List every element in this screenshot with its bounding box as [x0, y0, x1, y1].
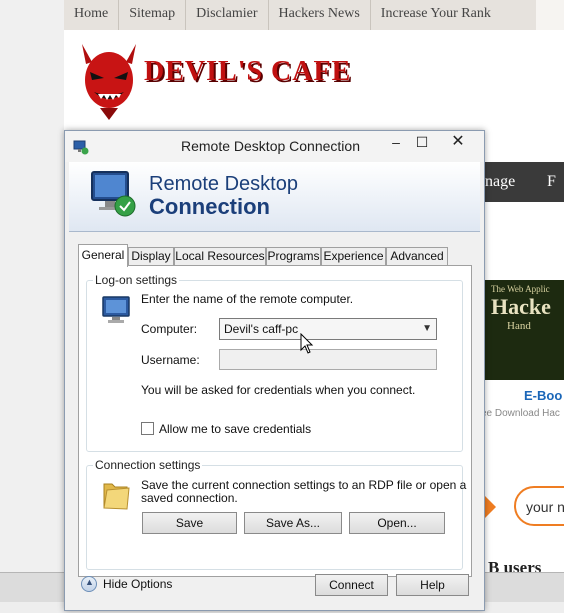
ebook-link[interactable]: E-Boo — [524, 388, 562, 403]
collapse-arrow-icon[interactable]: ▲ — [81, 576, 97, 592]
connection-settings-title: Connection settings — [93, 458, 203, 472]
ebook-subtitle[interactable]: ee Download Hac — [481, 408, 560, 419]
connect-button[interactable]: Connect — [315, 574, 388, 596]
nav-sitemap[interactable]: Sitemap — [119, 0, 187, 30]
help-button[interactable]: Help — [396, 574, 469, 596]
open-button[interactable]: Open... — [349, 512, 445, 534]
tab-general[interactable]: General — [78, 244, 128, 267]
banner-title-line1: Remote Desktop — [149, 173, 298, 195]
menu-item-manage[interactable]: nage — [485, 173, 515, 191]
book-title-line2: Hacke — [491, 294, 551, 319]
devil-logo-icon[interactable] — [76, 40, 142, 120]
logon-settings-group: Log-on settings Enter the name of the re… — [86, 273, 463, 452]
book-title-line1: The Web Applic — [491, 284, 550, 294]
logon-instruction: Enter the name of the remote computer. — [141, 292, 354, 306]
nav-home[interactable]: Home — [64, 0, 120, 30]
credentials-note: You will be asked for credentials when y… — [141, 383, 416, 397]
remote-desktop-window: Remote Desktop Connection – ☐ ✕ Remote D… — [64, 130, 485, 611]
desktop-left-strip — [0, 0, 64, 613]
close-button[interactable]: ✕ — [435, 131, 481, 153]
title-bar[interactable]: Remote Desktop Connection – ☐ ✕ — [65, 131, 484, 162]
menu-item-f[interactable]: F — [547, 173, 556, 191]
site-menu-bar: nage F — [485, 162, 564, 202]
nav-filler — [536, 0, 564, 30]
chevron-down-icon[interactable]: ▼ — [422, 323, 432, 334]
computer-combobox[interactable]: Devil's caff-pc ▼ — [219, 318, 437, 340]
computer-value: Devil's caff-pc — [224, 322, 299, 336]
general-tab-panel: Log-on settings Enter the name of the re… — [78, 265, 472, 577]
tab-programs[interactable]: Programs — [266, 247, 321, 266]
minimize-button[interactable]: – — [383, 131, 409, 153]
mouse-cursor-icon — [300, 333, 314, 354]
banner-title-line2: Connection — [149, 194, 270, 219]
computer-label: Computer: — [141, 322, 198, 336]
ebook-cover-image[interactable]: The Web Applic Hacke Hand — [485, 280, 564, 380]
maximize-button[interactable]: ☐ — [409, 131, 435, 153]
window-title: Remote Desktop Connection — [181, 138, 360, 154]
rdc-small-icon — [73, 140, 89, 155]
save-button[interactable]: Save — [142, 512, 237, 534]
nav-disclaimer[interactable]: Disclamier — [186, 0, 269, 30]
remote-desktop-icon — [91, 171, 136, 217]
hide-options-label[interactable]: Hide Options — [103, 577, 172, 591]
tab-display[interactable]: Display — [128, 247, 174, 266]
site-search-input[interactable]: your n — [514, 486, 564, 526]
connection-description-line1: Save the current connection settings to … — [141, 478, 467, 492]
site-logo-text[interactable]: DEVIL'S CAFE — [144, 56, 351, 88]
nav-increase-rank[interactable]: Increase Your Rank — [371, 0, 501, 30]
arrow-right-icon — [484, 495, 496, 519]
connection-settings-group: Connection settings Save the current con… — [86, 458, 467, 570]
computer-icon — [102, 296, 130, 323]
rdc-banner: Remote Desktop Connection — [69, 162, 480, 232]
folder-icon — [103, 483, 130, 510]
allow-save-credentials-checkbox[interactable] — [141, 422, 154, 435]
site-top-nav: Home Sitemap Disclamier Hackers News Inc… — [64, 0, 564, 30]
allow-save-credentials-label[interactable]: Allow me to save credentials — [159, 422, 311, 436]
username-field[interactable] — [219, 349, 437, 370]
book-title-line3: Hand — [507, 320, 531, 332]
search-placeholder: your n — [526, 499, 564, 515]
nav-hackers-news[interactable]: Hackers News — [269, 0, 371, 30]
connection-description-line2: saved connection. — [141, 491, 238, 505]
tab-advanced[interactable]: Advanced — [386, 247, 448, 266]
logon-settings-title: Log-on settings — [93, 273, 180, 287]
tab-local-resources[interactable]: Local Resources — [174, 247, 266, 266]
save-as-button[interactable]: Save As... — [244, 512, 342, 534]
tab-experience[interactable]: Experience — [321, 247, 386, 266]
username-label: Username: — [141, 353, 200, 367]
